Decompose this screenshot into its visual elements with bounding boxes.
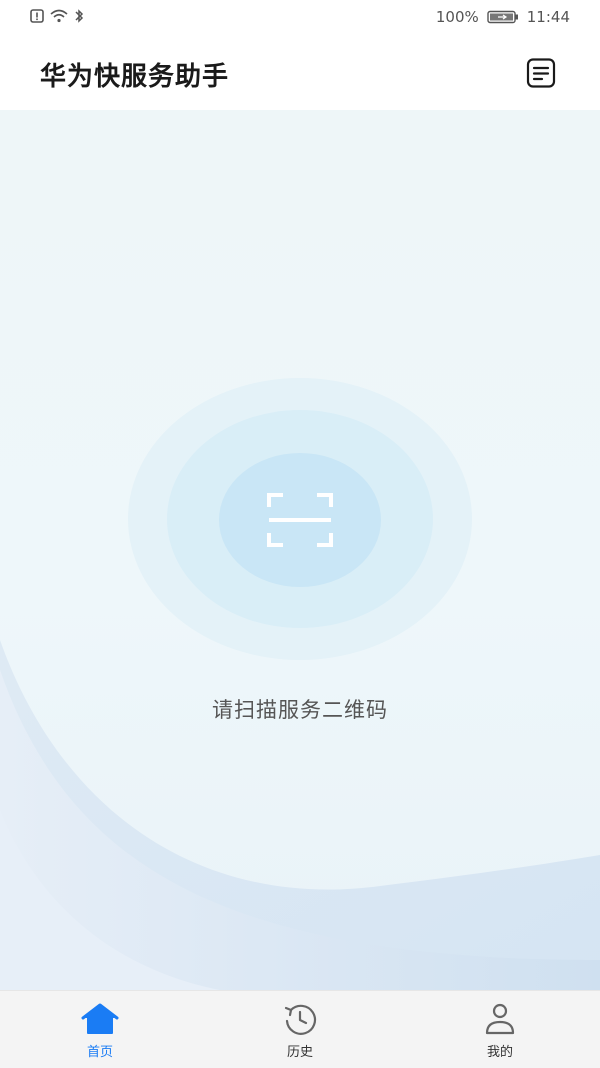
service-record-button[interactable]: [526, 58, 556, 88]
scan-main-area: 请扫描服务二维码: [0, 110, 600, 990]
tab-history-label: 历史: [286, 1045, 313, 1060]
home-icon: [81, 1003, 119, 1034]
status-icons-left: [30, 8, 84, 24]
bluetooth-icon: [75, 9, 84, 23]
person-icon: [485, 1003, 515, 1035]
wifi-icon: [50, 9, 68, 23]
battery-charging-icon: [487, 10, 518, 24]
scan-prompt-text: 请扫描服务二维码: [212, 698, 388, 722]
status-bar: 100% 11:44: [0, 0, 600, 36]
tab-history[interactable]: 历史: [240, 991, 360, 1068]
clock-time: 11:44: [526, 8, 570, 26]
document-list-icon: [526, 58, 556, 88]
page-title: 华为快服务助手: [40, 62, 230, 92]
tab-mine[interactable]: 我的: [440, 991, 560, 1068]
sim-alert-icon: [30, 9, 44, 23]
tab-home[interactable]: 首页: [40, 991, 160, 1068]
status-icons-right: 100% 11:44: [436, 8, 570, 26]
tab-home-label: 首页: [86, 1045, 113, 1060]
tab-mine-label: 我的: [486, 1045, 513, 1060]
app-header: 华为快服务助手: [0, 36, 600, 110]
bottom-tab-bar: 首页 历史 我的: [0, 990, 600, 1068]
scan-button-graphic: [219, 453, 381, 587]
battery-percent: 100%: [435, 8, 479, 26]
history-clock-icon: [284, 1004, 317, 1035]
scan-button[interactable]: [219, 453, 381, 587]
